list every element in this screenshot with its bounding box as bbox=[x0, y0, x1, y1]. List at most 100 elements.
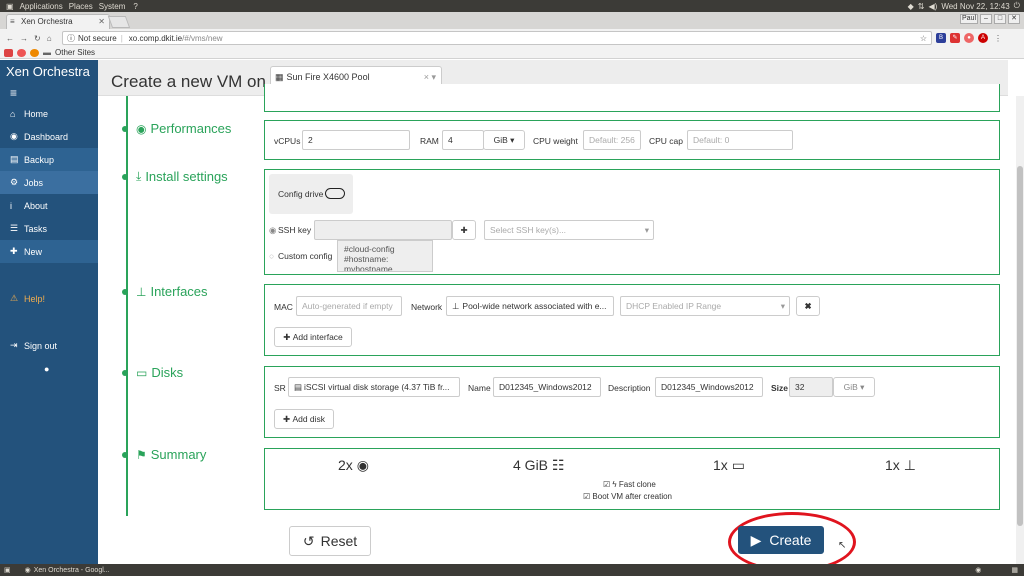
sr-select[interactable]: ▤ iSCSI virtual disk storage (4.37 TiB fr… bbox=[288, 377, 460, 397]
boot-after-checkbox[interactable]: ☑ Boot VM after creation bbox=[583, 492, 672, 501]
sidebar-item-about[interactable]: i About bbox=[0, 194, 98, 217]
extension-circle-icon[interactable]: ● bbox=[964, 33, 974, 43]
show-desktop-icon[interactable]: ▣ bbox=[4, 566, 11, 574]
download-icon: ⤓ bbox=[136, 169, 142, 183]
browser-tab[interactable]: ≡ Xen Orchestra ✕ bbox=[6, 14, 110, 29]
disk-name-input[interactable]: D012345_Windows2012 bbox=[493, 377, 601, 397]
pool-icon: ▦ bbox=[275, 71, 284, 82]
gears-icon: ⚙ bbox=[10, 177, 19, 187]
sidebar-item-help[interactable]: ⚠ Help! bbox=[0, 287, 98, 310]
help-icon[interactable]: ? bbox=[133, 2, 137, 11]
sidebar-item-dashboard[interactable]: ◉ Dashboard bbox=[0, 125, 98, 148]
os-clock[interactable]: Wed Nov 22, 12:43 bbox=[941, 2, 1009, 11]
extension-abp-icon[interactable]: A bbox=[978, 33, 988, 43]
url-text: xo.comp.dkit.ie/#/vms/new bbox=[128, 33, 223, 43]
volume-icon[interactable]: ◀) bbox=[929, 2, 938, 11]
bookmark-star-icon[interactable]: ☆ bbox=[920, 34, 931, 43]
sidebar-item-new[interactable]: ✚ New bbox=[0, 240, 98, 263]
gmail-bookmark-icon[interactable] bbox=[4, 48, 13, 57]
create-button[interactable]: ▶ Create bbox=[738, 526, 824, 554]
maximize-button[interactable]: □ bbox=[994, 14, 1006, 24]
add-ssh-key-button[interactable]: ✚ bbox=[452, 220, 476, 240]
os-top-bar: ▣ Applications Places System ? ◆ ⇅ ◀) We… bbox=[0, 0, 1024, 12]
network-select[interactable]: ⊥ Pool-wide network associated with e... bbox=[446, 296, 614, 316]
mac-input[interactable]: Auto-generated if empty bbox=[296, 296, 402, 316]
gplus-bookmark-icon[interactable] bbox=[17, 48, 26, 57]
reset-button[interactable]: ↺ Reset bbox=[289, 526, 371, 556]
minimize-button[interactable]: – bbox=[980, 14, 992, 24]
bolt-icon: ϟ bbox=[612, 480, 617, 489]
extension-b-icon[interactable]: B bbox=[936, 33, 946, 43]
power-icon[interactable]: ⏻ bbox=[1014, 1, 1020, 11]
custom-config-label: Custom config bbox=[278, 251, 333, 261]
taskbar-chrome-tray-icon[interactable]: ◉ bbox=[975, 566, 981, 574]
vcpus-input[interactable]: 2 bbox=[302, 130, 410, 150]
cpu-cap-input[interactable]: Default: 0 bbox=[687, 130, 793, 150]
previous-step-panel bbox=[264, 84, 1000, 112]
address-bar-row: ← → ↻ ⌂ ⓘ Not secure | xo.comp.dkit.ie/#… bbox=[0, 29, 1024, 47]
fast-clone-checkbox[interactable]: ☑ ϟ Fast clone bbox=[603, 480, 656, 489]
disk-size-input[interactable]: 32 bbox=[789, 377, 833, 397]
sidebar-item-jobs[interactable]: ⚙ Jobs bbox=[0, 171, 98, 194]
disk-size-unit-select[interactable]: GiB ▾ bbox=[833, 377, 875, 397]
home-nav-icon: ⌂ bbox=[10, 108, 16, 119]
ram-input[interactable]: 4 bbox=[442, 130, 484, 150]
ssh-key-select[interactable]: Select SSH key(s)... ▾ bbox=[484, 220, 654, 240]
pool-select-controls[interactable]: × ▾ bbox=[424, 72, 441, 83]
remove-interface-button[interactable]: ✖ bbox=[796, 296, 820, 316]
tab-favicon-icon: ≡ bbox=[10, 17, 15, 26]
dashboard-summary-icon: ◉ bbox=[356, 457, 369, 473]
os-app-icon: ▣ bbox=[6, 1, 14, 11]
brand-title[interactable]: Xen Orchestra bbox=[0, 60, 98, 82]
forward-icon[interactable]: → bbox=[20, 34, 28, 43]
tasks-icon: ☰ bbox=[10, 223, 19, 233]
ip-range-select[interactable]: DHCP Enabled IP Range ▾ bbox=[620, 296, 790, 316]
sidebar-item-backup[interactable]: ▤ Backup bbox=[0, 148, 98, 171]
add-interface-button[interactable]: ✚ Add interface bbox=[274, 327, 352, 347]
sidebar-item-home[interactable]: ⌂ Home bbox=[0, 102, 98, 125]
back-icon[interactable]: ← bbox=[6, 34, 14, 43]
config-drive-toggle[interactable] bbox=[325, 188, 345, 199]
os-menu-applications[interactable]: Applications bbox=[20, 2, 63, 11]
ssh-key-input[interactable] bbox=[314, 220, 452, 240]
summary-disks: 1x ▭ bbox=[713, 457, 745, 473]
disk-summary-icon: ▭ bbox=[731, 457, 745, 473]
extension-pen-icon[interactable]: ✎ bbox=[950, 33, 960, 43]
menu-dots-icon[interactable]: ⋮ bbox=[994, 34, 1002, 43]
dropbox-icon[interactable]: ◆ bbox=[908, 2, 914, 11]
other-sites-bookmark[interactable]: Other Sites bbox=[55, 48, 95, 57]
os-menu-places[interactable]: Places bbox=[69, 2, 93, 11]
ssh-key-radio[interactable]: ◉ bbox=[269, 225, 276, 236]
sidebar-item-signout[interactable]: ⇥ Sign out bbox=[0, 334, 98, 357]
new-tab-button[interactable] bbox=[107, 16, 131, 28]
ram-unit-select[interactable]: GiB ▾ bbox=[483, 130, 525, 150]
page-scrollbar-thumb[interactable] bbox=[1017, 166, 1023, 526]
taskbar-window-item[interactable]: ◉ Xen Orchestra - Googl... bbox=[25, 566, 110, 575]
reload-icon[interactable]: ↻ bbox=[34, 34, 41, 43]
interfaces-panel: MAC Auto-generated if empty Network ⊥ Poo… bbox=[264, 284, 1000, 356]
sidebar: Xen Orchestra ≡ ⌂ Home ◉ Dashboard ▤ Backup… bbox=[0, 60, 98, 564]
sidebar-item-tasks[interactable]: ☰ Tasks bbox=[0, 217, 98, 240]
performances-panel: vCPUs 2 RAM 4 GiB ▾ CPU weight Default: … bbox=[264, 120, 1000, 160]
network-icon[interactable]: ⇅ bbox=[918, 2, 925, 11]
user-icon[interactable]: ● bbox=[0, 357, 98, 380]
security-label: Not secure bbox=[78, 33, 117, 43]
omnibox[interactable]: ⓘ Not secure | xo.comp.dkit.ie/#/vms/new… bbox=[62, 31, 932, 45]
home-icon[interactable]: ⌂ bbox=[47, 34, 52, 43]
tab-close-icon[interactable]: ✕ bbox=[98, 15, 105, 28]
profile-badge[interactable]: Paul bbox=[960, 14, 978, 24]
firefox-bookmark-icon[interactable] bbox=[30, 48, 39, 57]
network-summary-icon: ⊥ bbox=[903, 457, 916, 473]
os-menu-system[interactable]: System bbox=[99, 2, 126, 11]
info-icon[interactable]: ⓘ bbox=[67, 33, 75, 44]
custom-config-textarea[interactable]: #cloud-config #hostname: myhostname bbox=[337, 240, 433, 272]
close-window-button[interactable]: ✕ bbox=[1008, 14, 1020, 24]
database-icon: ▤ bbox=[294, 381, 303, 392]
disk-description-input[interactable]: D012345_Windows2012 bbox=[655, 377, 763, 397]
cpu-weight-input[interactable]: Default: 256 bbox=[583, 130, 641, 150]
add-disk-button[interactable]: ✚ Add disk bbox=[274, 409, 334, 429]
custom-config-radio[interactable]: ○ bbox=[269, 251, 274, 261]
step-disks-title: ▭ Disks bbox=[122, 365, 183, 380]
hamburger-icon[interactable]: ≡ bbox=[0, 82, 98, 102]
workspace-switcher[interactable]: ▦ bbox=[1011, 566, 1018, 574]
